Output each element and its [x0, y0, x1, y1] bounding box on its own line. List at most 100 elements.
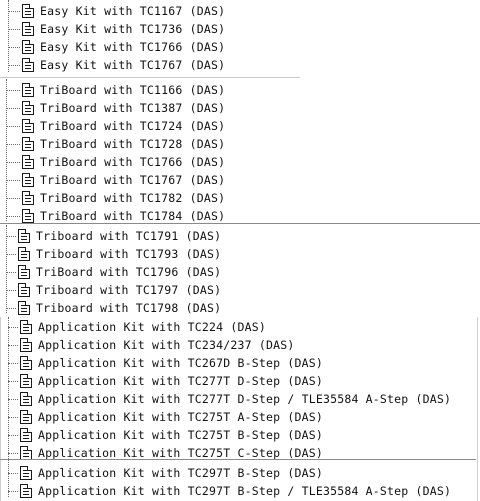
tree-item[interactable]: Triboard with TC1798 (DAS) [0, 299, 480, 317]
tree-connector [8, 398, 18, 400]
document-icon [20, 410, 32, 424]
tree-item[interactable]: Application Kit with TC275T A-Step (DAS) [0, 408, 480, 426]
tree-connector [6, 197, 20, 199]
tree-item-label: Application Kit with TC297T B-Step (DAS) [38, 466, 323, 480]
tree-connector [6, 107, 20, 109]
tree-item-label: Application Kit with TC224 (DAS) [38, 320, 266, 334]
document-icon [22, 191, 34, 205]
tree-item-label: Application Kit with TC297T B-Step / TLE… [38, 484, 452, 498]
document-icon [22, 137, 34, 151]
tree-item-label: Application Kit with TC277T D-Step (DAS) [38, 374, 323, 388]
tree-item-label: Application Kit with TC275T A-Step (DAS) [38, 410, 323, 424]
tree-connector [8, 64, 20, 66]
tree-item[interactable]: TriBoard with TC1766 (DAS) [0, 153, 480, 171]
tree-connector [8, 490, 18, 492]
tree-connector [8, 10, 20, 12]
tree-item[interactable]: Application Kit with TC277T D-Step (DAS) [0, 372, 480, 390]
tree-item-label: Application Kit with TC267D B-Step (DAS) [38, 356, 323, 370]
document-icon [20, 338, 32, 352]
tree-item-label: TriBoard with TC1724 (DAS) [40, 119, 226, 133]
tree-item-label: TriBoard with TC1782 (DAS) [40, 191, 226, 205]
tree-item[interactable]: Triboard with TC1791 (DAS) [0, 227, 480, 245]
tree-connector [6, 307, 16, 309]
tree-group-triboard: TriBoard with TC1166 (DAS) TriBoard with… [0, 79, 480, 225]
document-icon [20, 466, 32, 480]
document-icon [22, 119, 34, 133]
tree-item-label: Application Kit with TC234/237 (DAS) [38, 338, 295, 352]
document-icon [22, 4, 34, 18]
tree-connector [8, 416, 18, 418]
tree-item[interactable]: Application Kit with TC277T D-Step / TLE… [0, 390, 480, 408]
tree-connector [6, 89, 20, 91]
tree-item-label: Application Kit with TC275T B-Step (DAS) [38, 428, 323, 442]
tree-item-label: Easy Kit with TC1167 (DAS) [40, 4, 226, 18]
tree-item-label: Triboard with TC1798 (DAS) [36, 301, 222, 315]
tree-item[interactable]: Application Kit with TC275T B-Step (DAS) [0, 426, 480, 444]
tree-item[interactable]: Application Kit with TC234/237 (DAS) [0, 336, 480, 354]
tree-item[interactable]: TriBoard with TC1767 (DAS) [0, 171, 480, 189]
document-icon [18, 229, 30, 243]
tree-item-label: TriBoard with TC1767 (DAS) [40, 173, 226, 187]
tree-connector [6, 143, 20, 145]
tree-item[interactable]: Application Kit with TC297T B-Step / TLE… [0, 482, 480, 500]
tree-item[interactable]: Application Kit with TC267D B-Step (DAS) [0, 354, 480, 372]
tree-item[interactable]: Triboard with TC1797 (DAS) [0, 281, 480, 299]
tree-item[interactable]: TriBoard with TC1728 (DAS) [0, 135, 480, 153]
tree-connector [8, 452, 18, 454]
tree-connector [8, 344, 18, 346]
tree-item[interactable]: Triboard with TC1793 (DAS) [0, 245, 480, 263]
tree-connector [8, 46, 20, 48]
tree-connector [6, 215, 20, 217]
tree-item[interactable]: Easy Kit with TC1736 (DAS) [0, 20, 480, 38]
document-icon [20, 428, 32, 442]
tree-item-label: TriBoard with TC1387 (DAS) [40, 101, 226, 115]
tree-connector [6, 235, 16, 237]
document-icon [20, 374, 32, 388]
tree-item[interactable]: Easy Kit with TC1767 (DAS) [0, 56, 480, 74]
document-icon [22, 155, 34, 169]
document-icon [22, 173, 34, 187]
tree-connector [6, 289, 16, 291]
tree-connector [8, 380, 18, 382]
document-icon [22, 101, 34, 115]
tree-connector [6, 125, 20, 127]
tree-item[interactable]: Easy Kit with TC1167 (DAS) [0, 2, 480, 20]
tree-item-label: Application Kit with TC277T D-Step / TLE… [38, 392, 452, 406]
separator [0, 459, 476, 460]
document-icon [22, 40, 34, 54]
tree-item-label: Easy Kit with TC1767 (DAS) [40, 58, 226, 72]
tree-connector [8, 362, 18, 364]
document-icon [18, 301, 30, 315]
tree-connector [8, 326, 18, 328]
tree-item-label: Easy Kit with TC1766 (DAS) [40, 40, 226, 54]
document-icon [22, 22, 34, 36]
document-icon [18, 265, 30, 279]
tree-connector [6, 179, 20, 181]
tree-item[interactable]: Application Kit with TC224 (DAS) [0, 318, 480, 336]
tree-item-label: Easy Kit with TC1736 (DAS) [40, 22, 226, 36]
tree-connector [8, 434, 18, 436]
document-icon [18, 247, 30, 261]
tree-connector [8, 28, 20, 30]
document-icon [18, 283, 30, 297]
tree-item[interactable]: TriBoard with TC1724 (DAS) [0, 117, 480, 135]
tree-item[interactable]: Easy Kit with TC1766 (DAS) [0, 38, 480, 56]
tree-item[interactable]: Application Kit with TC297T B-Step (DAS) [0, 464, 480, 482]
tree-item-label: Triboard with TC1791 (DAS) [36, 229, 222, 243]
tree-item-label: Triboard with TC1793 (DAS) [36, 247, 222, 261]
document-icon [20, 356, 32, 370]
tree-group-application-kit: Application Kit with TC224 (DAS) Applica… [0, 317, 480, 501]
document-icon [20, 392, 32, 406]
tree-connector [8, 472, 18, 474]
tree-item-label: Triboard with TC1797 (DAS) [36, 283, 222, 297]
tree-item[interactable]: TriBoard with TC1166 (DAS) [0, 81, 480, 99]
tree-item-label: TriBoard with TC1166 (DAS) [40, 83, 226, 97]
tree-item-label: TriBoard with TC1728 (DAS) [40, 137, 226, 151]
tree-connector [6, 253, 16, 255]
tree-item[interactable]: TriBoard with TC1796 (DAS) [0, 263, 480, 281]
tree-item[interactable]: TriBoard with TC1387 (DAS) [0, 99, 480, 117]
tree-connector [6, 161, 20, 163]
tree-item[interactable]: TriBoard with TC1782 (DAS) [0, 189, 480, 207]
tree-group-triboard-tc179x: Triboard with TC1791 (DAS) Triboard with… [0, 225, 480, 317]
tree-item-label: TriBoard with TC1796 (DAS) [36, 265, 222, 279]
